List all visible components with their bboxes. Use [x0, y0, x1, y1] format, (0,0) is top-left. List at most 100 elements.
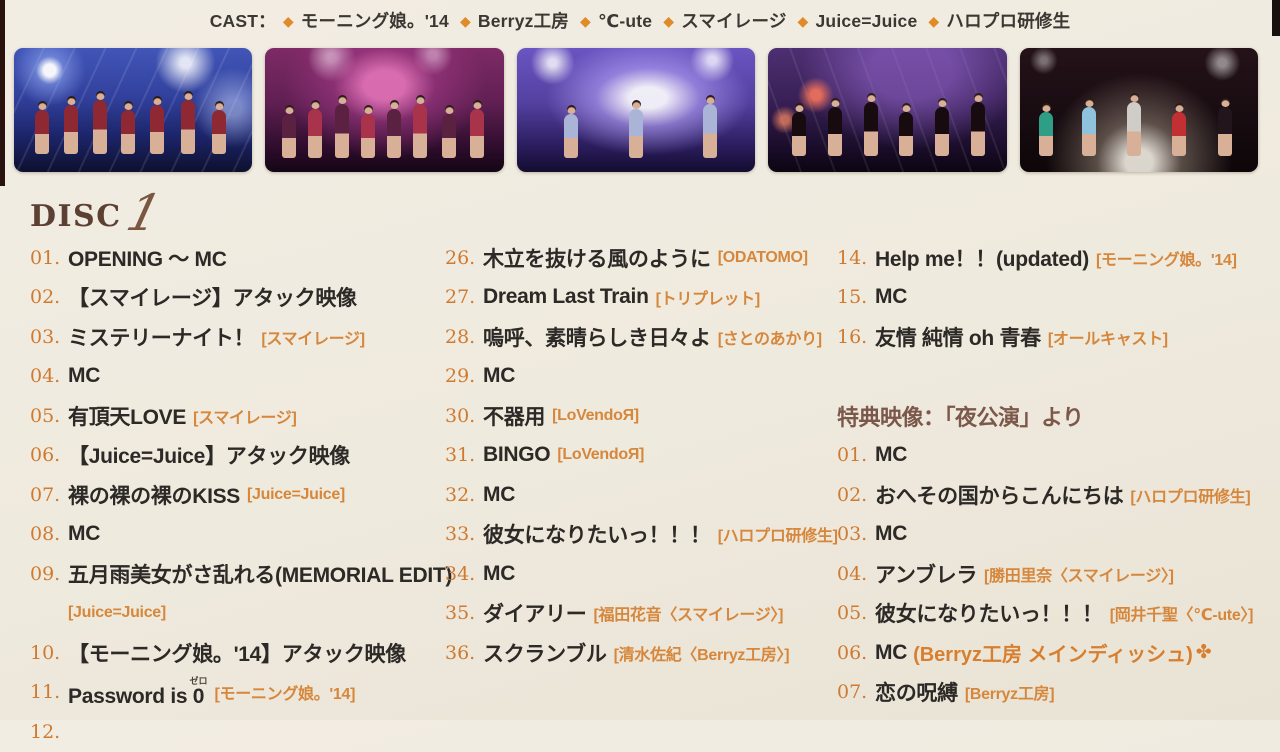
performer-silhouette — [1127, 102, 1141, 156]
track-title: MC — [875, 522, 907, 546]
cast-group-name: モーニング娘。'14 — [301, 11, 449, 31]
track-title: 有頂天LOVE — [68, 401, 186, 431]
track-row: 06.MC(Berryz工房 メインディッシュ)✤ — [837, 633, 1280, 673]
track-number: 27. — [445, 286, 483, 308]
tracklist-column-1: 01.OPENING ～ MC 02.【スマイレージ】アタック映像03.ミステリー… — [30, 238, 450, 752]
cast-group-name: ハロプロ研修生 — [946, 11, 1070, 31]
performer-silhouette — [335, 104, 349, 158]
track-credit: [モーニング娘。'14] — [215, 680, 356, 704]
track-number: 01. — [30, 247, 68, 269]
diamond-icon: ◆ — [283, 13, 294, 29]
cast-group-name: Berryz工房 — [478, 11, 569, 31]
track-paren-note: (Berryz工房 メインディッシュ) — [913, 638, 1193, 667]
track-title: 友情 純情 oh 青春 — [875, 322, 1041, 352]
track-row: 07.裸の裸の裸のKISS[Juice=Juice] — [30, 475, 450, 515]
track-number: 28. — [445, 326, 483, 348]
track-row: 06.【Juice=Juice】アタック映像 — [30, 436, 450, 476]
track-number: 06. — [837, 642, 875, 664]
track-row: 15.MC — [837, 278, 1280, 318]
track-number: 16. — [837, 326, 875, 348]
track-row: 02.【スマイレージ】アタック映像 — [30, 278, 450, 318]
performer-silhouette — [564, 114, 578, 158]
performer-silhouette — [93, 100, 107, 154]
track-row: 31.BINGO[LoVendoЯ] — [445, 436, 840, 476]
track-credit: [スマイレージ] — [193, 404, 296, 428]
track-credit: [ハロプロ研修生] — [718, 522, 838, 546]
diamond-icon: ◆ — [663, 13, 674, 29]
cast-group-name: ℃-ute — [598, 11, 652, 31]
track-number: 34. — [445, 563, 483, 585]
track-title: Dream Last Train — [483, 285, 649, 309]
track-row: 09.五月雨美女がさ乱れる(MEMORIAL EDIT) — [30, 554, 450, 594]
track-row: 14.Help me！！(updated)[モーニング娘。'14] — [837, 238, 1280, 278]
track-row: 11.Password is 0ゼロ [モーニング娘。'14] — [30, 673, 450, 713]
track-number: 12. — [30, 721, 68, 743]
track-credit: [さとのあかり] — [718, 325, 822, 349]
bonus-section-heading: 特典映像：「夜公演」より — [837, 396, 1280, 436]
performer-silhouette — [792, 112, 806, 156]
track-number: 32. — [445, 484, 483, 506]
track-title: おへその国からこんにちは — [875, 480, 1123, 510]
performer-silhouette — [1218, 107, 1232, 156]
track-row: 33.彼女になりたいっ！！！[ハロプロ研修生] — [445, 515, 840, 555]
track-row: 26.木立を抜ける風のように[ODATOMO] — [445, 238, 840, 278]
track-title: 木立を抜ける風のように — [483, 243, 711, 273]
track-row: 04.MC — [30, 357, 450, 397]
track-row: 32.MC — [445, 475, 840, 515]
track-row: 03.ミステリーナイト！[スマイレージ] — [30, 317, 450, 357]
track-title: 【Juice=Juice】アタック映像 — [68, 440, 350, 470]
track-number: 10. — [30, 642, 68, 664]
track-row: 29.MC — [445, 357, 840, 397]
track-number: 11. — [30, 681, 68, 703]
track-number: 06. — [30, 444, 68, 466]
track-title: MC — [483, 562, 515, 586]
track-row: 03.MC — [837, 515, 1280, 555]
track-title: 彼女になりたいっ！！！ — [483, 519, 711, 549]
track-row: 30.不器用[LoVendoЯ] — [445, 396, 840, 436]
track-title: Help me！！(updated) — [875, 243, 1089, 273]
disc-heading-word: DISC — [30, 202, 122, 232]
performer-silhouette — [150, 105, 164, 154]
performer-silhouette — [442, 114, 456, 158]
track-row: 27.Dream Last Train [トリプレット] — [445, 278, 840, 318]
track-number: 15. — [837, 286, 875, 308]
dvd-booklet-setlist-page: { "colors": { "background_cream": "#efea… — [0, 0, 1280, 720]
concert-photo-3 — [517, 48, 755, 172]
track-title: Password is 0ゼロ — [68, 676, 208, 709]
performer-silhouette — [1082, 107, 1096, 156]
track-row: 05.彼女になりたいっ！！！[岡井千聖〈℃-ute〉] — [837, 594, 1280, 634]
track-title: 【スマイレージ】アタック映像 — [68, 282, 357, 312]
track-title: 恋の呪縛 — [875, 677, 958, 707]
track-credit: [スマイレージ] — [261, 325, 364, 349]
track-title: 【モーニング娘。'14】アタック映像 — [68, 638, 406, 668]
track-number: 02. — [837, 484, 875, 506]
track-credit: [勝田里奈〈スマイレージ〉] — [984, 562, 1174, 586]
track-row: 08.MC — [30, 515, 450, 555]
diamond-icon: ◆ — [798, 13, 809, 29]
cast-label: CAST： — [210, 11, 276, 31]
performer-silhouette — [282, 114, 296, 158]
track-row: 10.【モーニング娘。'14】アタック映像 — [30, 633, 450, 673]
performer-silhouette — [899, 112, 913, 156]
track-title: MC — [875, 285, 907, 309]
track-credit: [トリプレット] — [656, 285, 760, 309]
track-number: 26. — [445, 247, 483, 269]
performer-silhouette — [935, 107, 949, 156]
track-number: 04. — [837, 563, 875, 585]
track-row: 35.ダイアリー[福田花音〈スマイレージ〉] — [445, 594, 840, 634]
diamond-icon: ◆ — [460, 13, 471, 29]
track-number: 03. — [837, 523, 875, 545]
track-number: 05. — [30, 405, 68, 427]
concert-photo-5 — [1020, 48, 1258, 172]
performer-silhouette — [828, 107, 842, 156]
performer-silhouette — [1172, 112, 1186, 156]
cast-groups: ◆モーニング娘。'14◆Berryz工房◆℃-ute◆スマイレージ◆Juice=… — [272, 11, 1070, 31]
track-number: 05. — [837, 602, 875, 624]
performer-silhouette — [361, 114, 375, 158]
track-title: MC — [68, 364, 100, 388]
performer-silhouette — [470, 109, 484, 158]
cast-group-name: Juice=Juice — [816, 11, 918, 31]
tracklist-column-2: 26.木立を抜ける風のように[ODATOMO]27.Dream Last Tra… — [445, 238, 840, 673]
track-title: OPENING ～ MC — [68, 243, 227, 273]
track-credit: [LoVendoЯ] — [552, 407, 639, 425]
